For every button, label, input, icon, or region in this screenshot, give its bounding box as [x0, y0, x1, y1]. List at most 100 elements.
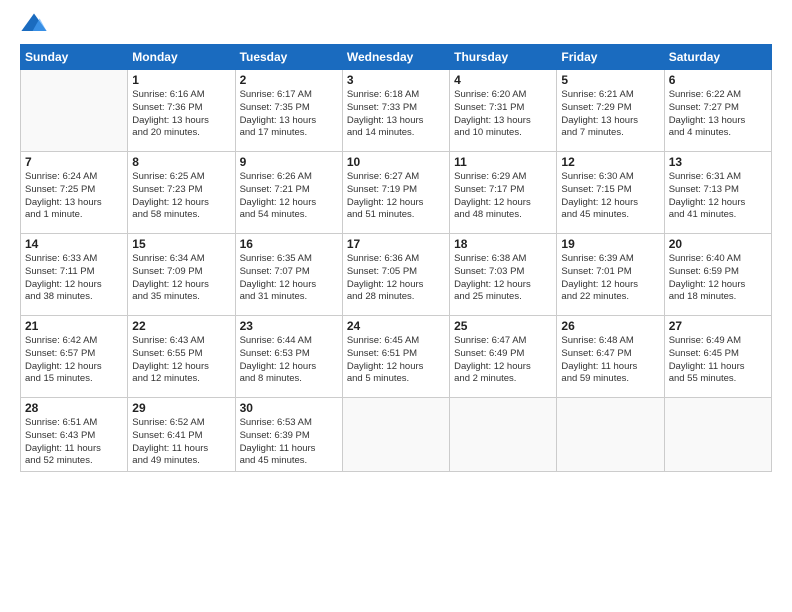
weekday-header: Saturday	[664, 45, 771, 70]
day-number: 2	[240, 73, 338, 87]
calendar-cell	[21, 70, 128, 152]
day-info: Sunrise: 6:52 AM Sunset: 6:41 PM Dayligh…	[132, 417, 230, 468]
day-info: Sunrise: 6:42 AM Sunset: 6:57 PM Dayligh…	[25, 335, 123, 386]
day-info: Sunrise: 6:53 AM Sunset: 6:39 PM Dayligh…	[240, 417, 338, 468]
calendar-cell	[557, 398, 664, 472]
day-info: Sunrise: 6:18 AM Sunset: 7:33 PM Dayligh…	[347, 89, 445, 140]
day-number: 17	[347, 237, 445, 251]
day-info: Sunrise: 6:29 AM Sunset: 7:17 PM Dayligh…	[454, 171, 552, 222]
header	[20, 10, 772, 38]
day-info: Sunrise: 6:21 AM Sunset: 7:29 PM Dayligh…	[561, 89, 659, 140]
day-number: 25	[454, 319, 552, 333]
calendar-cell: 26 Sunrise: 6:48 AM Sunset: 6:47 PM Dayli…	[557, 316, 664, 398]
calendar-cell: 7Sunrise: 6:24 AM Sunset: 7:25 PM Daylig…	[21, 152, 128, 234]
day-number: 3	[347, 73, 445, 87]
day-number: 15	[132, 237, 230, 251]
day-number: 1	[132, 73, 230, 87]
weekday-header: Tuesday	[235, 45, 342, 70]
calendar-week-row: 14 Sunrise: 6:33 AM Sunset: 7:11 PM Dayli…	[21, 234, 772, 316]
calendar-cell: 25 Sunrise: 6:47 AM Sunset: 6:49 PM Dayli…	[450, 316, 557, 398]
day-number: 27	[669, 319, 767, 333]
calendar-cell: 20 Sunrise: 6:40 AM Sunset: 6:59 PM Dayli…	[664, 234, 771, 316]
calendar-week-row: 28 Sunrise: 6:51 AM Sunset: 6:43 PM Dayli…	[21, 398, 772, 472]
calendar-cell: 30 Sunrise: 6:53 AM Sunset: 6:39 PM Dayli…	[235, 398, 342, 472]
weekday-header: Friday	[557, 45, 664, 70]
day-number: 10	[347, 155, 445, 169]
weekday-header-row: SundayMondayTuesdayWednesdayThursdayFrid…	[21, 45, 772, 70]
day-number: 6	[669, 73, 767, 87]
day-info: Sunrise: 6:22 AM Sunset: 7:27 PM Dayligh…	[669, 89, 767, 140]
day-info: Sunrise: 6:45 AM Sunset: 6:51 PM Dayligh…	[347, 335, 445, 386]
day-info: Sunrise: 6:36 AM Sunset: 7:05 PM Dayligh…	[347, 253, 445, 304]
day-number: 30	[240, 401, 338, 415]
weekday-header: Monday	[128, 45, 235, 70]
day-number: 23	[240, 319, 338, 333]
day-info: Sunrise: 6:31 AM Sunset: 7:13 PM Dayligh…	[669, 171, 767, 222]
calendar-week-row: 1Sunrise: 6:16 AM Sunset: 7:36 PM Daylig…	[21, 70, 772, 152]
day-info: Sunrise: 6:27 AM Sunset: 7:19 PM Dayligh…	[347, 171, 445, 222]
day-info: Sunrise: 6:38 AM Sunset: 7:03 PM Dayligh…	[454, 253, 552, 304]
day-info: Sunrise: 6:40 AM Sunset: 6:59 PM Dayligh…	[669, 253, 767, 304]
calendar-cell: 28 Sunrise: 6:51 AM Sunset: 6:43 PM Dayli…	[21, 398, 128, 472]
day-number: 24	[347, 319, 445, 333]
calendar-cell	[342, 398, 449, 472]
calendar-cell: 15 Sunrise: 6:34 AM Sunset: 7:09 PM Dayli…	[128, 234, 235, 316]
logo	[20, 10, 52, 38]
page: SundayMondayTuesdayWednesdayThursdayFrid…	[0, 0, 792, 612]
day-number: 26	[561, 319, 659, 333]
calendar-cell: 8 Sunrise: 6:25 AM Sunset: 7:23 PM Daylig…	[128, 152, 235, 234]
day-info: Sunrise: 6:49 AM Sunset: 6:45 PM Dayligh…	[669, 335, 767, 386]
calendar-cell: 3 Sunrise: 6:18 AM Sunset: 7:33 PM Daylig…	[342, 70, 449, 152]
calendar-week-row: 7Sunrise: 6:24 AM Sunset: 7:25 PM Daylig…	[21, 152, 772, 234]
calendar-cell: 16Sunrise: 6:35 AM Sunset: 7:07 PM Dayli…	[235, 234, 342, 316]
calendar-cell: 12 Sunrise: 6:30 AM Sunset: 7:15 PM Dayli…	[557, 152, 664, 234]
weekday-header: Thursday	[450, 45, 557, 70]
calendar-cell: 22 Sunrise: 6:43 AM Sunset: 6:55 PM Dayli…	[128, 316, 235, 398]
calendar-cell: 4 Sunrise: 6:20 AM Sunset: 7:31 PM Daylig…	[450, 70, 557, 152]
day-number: 21	[25, 319, 123, 333]
calendar-cell: 19 Sunrise: 6:39 AM Sunset: 7:01 PM Dayli…	[557, 234, 664, 316]
calendar-cell: 21 Sunrise: 6:42 AM Sunset: 6:57 PM Dayli…	[21, 316, 128, 398]
day-info: Sunrise: 6:25 AM Sunset: 7:23 PM Dayligh…	[132, 171, 230, 222]
day-number: 16	[240, 237, 338, 251]
logo-icon	[20, 10, 48, 38]
day-number: 19	[561, 237, 659, 251]
calendar-cell: 24 Sunrise: 6:45 AM Sunset: 6:51 PM Dayli…	[342, 316, 449, 398]
day-info: Sunrise: 6:39 AM Sunset: 7:01 PM Dayligh…	[561, 253, 659, 304]
day-number: 9	[240, 155, 338, 169]
weekday-header: Sunday	[21, 45, 128, 70]
day-number: 8	[132, 155, 230, 169]
day-info: Sunrise: 6:30 AM Sunset: 7:15 PM Dayligh…	[561, 171, 659, 222]
day-number: 14	[25, 237, 123, 251]
day-number: 29	[132, 401, 230, 415]
day-info: Sunrise: 6:33 AM Sunset: 7:11 PM Dayligh…	[25, 253, 123, 304]
day-info: Sunrise: 6:43 AM Sunset: 6:55 PM Dayligh…	[132, 335, 230, 386]
calendar-cell: 9 Sunrise: 6:26 AM Sunset: 7:21 PM Daylig…	[235, 152, 342, 234]
day-info: Sunrise: 6:44 AM Sunset: 6:53 PM Dayligh…	[240, 335, 338, 386]
calendar-cell: 17 Sunrise: 6:36 AM Sunset: 7:05 PM Dayli…	[342, 234, 449, 316]
day-info: Sunrise: 6:48 AM Sunset: 6:47 PM Dayligh…	[561, 335, 659, 386]
calendar-cell: 13 Sunrise: 6:31 AM Sunset: 7:13 PM Dayli…	[664, 152, 771, 234]
day-info: Sunrise: 6:24 AM Sunset: 7:25 PM Dayligh…	[25, 171, 123, 222]
day-number: 20	[669, 237, 767, 251]
day-info: Sunrise: 6:26 AM Sunset: 7:21 PM Dayligh…	[240, 171, 338, 222]
calendar-cell: 11Sunrise: 6:29 AM Sunset: 7:17 PM Dayli…	[450, 152, 557, 234]
calendar-cell	[664, 398, 771, 472]
day-number: 4	[454, 73, 552, 87]
weekday-header: Wednesday	[342, 45, 449, 70]
calendar-cell: 6 Sunrise: 6:22 AM Sunset: 7:27 PM Daylig…	[664, 70, 771, 152]
calendar-cell: 14 Sunrise: 6:33 AM Sunset: 7:11 PM Dayli…	[21, 234, 128, 316]
day-info: Sunrise: 6:34 AM Sunset: 7:09 PM Dayligh…	[132, 253, 230, 304]
calendar-table: SundayMondayTuesdayWednesdayThursdayFrid…	[20, 44, 772, 472]
calendar-cell: 5 Sunrise: 6:21 AM Sunset: 7:29 PM Daylig…	[557, 70, 664, 152]
day-info: Sunrise: 6:47 AM Sunset: 6:49 PM Dayligh…	[454, 335, 552, 386]
day-number: 13	[669, 155, 767, 169]
day-number: 28	[25, 401, 123, 415]
day-number: 5	[561, 73, 659, 87]
day-number: 12	[561, 155, 659, 169]
day-number: 22	[132, 319, 230, 333]
day-info: Sunrise: 6:20 AM Sunset: 7:31 PM Dayligh…	[454, 89, 552, 140]
day-info: Sunrise: 6:51 AM Sunset: 6:43 PM Dayligh…	[25, 417, 123, 468]
calendar-cell: 18 Sunrise: 6:38 AM Sunset: 7:03 PM Dayli…	[450, 234, 557, 316]
day-number: 18	[454, 237, 552, 251]
